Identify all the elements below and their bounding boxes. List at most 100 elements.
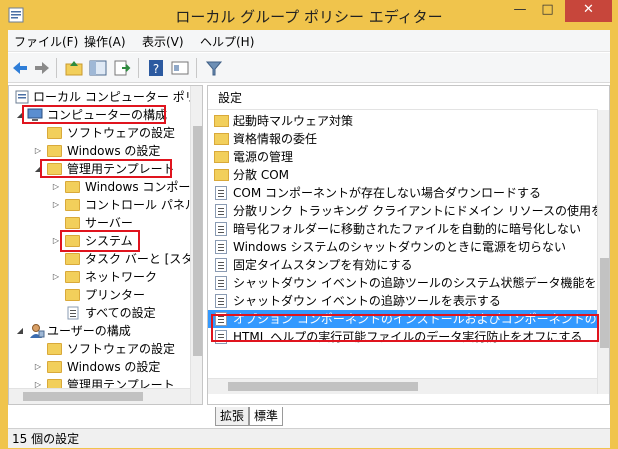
menu-file[interactable]: ファイル(F) [14, 33, 78, 50]
tree-item-label: すべての設定 [85, 306, 156, 320]
collapsed-arrow-icon[interactable]: ▷ [51, 196, 61, 214]
scroll-thumb[interactable] [193, 126, 202, 356]
list-item-label: シャットダウン イベントの追跡ツールを表示する [233, 294, 501, 308]
collapsed-arrow-icon[interactable]: ▷ [33, 358, 43, 376]
menu-view[interactable]: 表示(V) [142, 33, 184, 50]
folder-icon [47, 127, 62, 139]
properties-icon[interactable] [170, 58, 190, 78]
filter-icon[interactable] [204, 58, 224, 78]
view-tabs: 拡張 標準 [207, 407, 610, 427]
maximize-button[interactable]: □ [534, 0, 561, 22]
folder-icon [47, 361, 62, 373]
list-item-label: 分散リンク トラッキング クライアントにドメイン リソースの使用を許可する [233, 204, 598, 218]
tree-item-label: タスク バーと [スター [85, 252, 203, 266]
svg-text:?: ? [153, 62, 159, 76]
list-item-label: 暗号化フォルダーに移動されたファイルを自動的に暗号化しない [233, 222, 582, 236]
close-button[interactable]: ✕ [565, 0, 612, 22]
list-item[interactable]: 資格情報の委任 [208, 130, 598, 148]
forward-icon[interactable] [32, 58, 52, 78]
tree-item-label: ユーザーの構成 [47, 324, 131, 338]
scroll-thumb[interactable] [23, 392, 143, 401]
list-item[interactable]: シャットダウン イベントの追跡ツールを表示する [208, 292, 598, 310]
minimize-button[interactable]: — [506, 0, 534, 22]
setting-icon [215, 222, 227, 236]
help-icon[interactable]: ? [146, 58, 166, 78]
list-item[interactable]: 暗号化フォルダーに移動されたファイルを自動的に暗号化しない [208, 220, 598, 238]
client-area: ファイル(F) 操作(A) 表示(V) ヘルプ(H) ? ローカル コンピュータ… [8, 30, 610, 448]
menu-help[interactable]: ヘルプ(H) [200, 33, 254, 50]
toolbar: ? [8, 53, 610, 83]
list-item[interactable]: 電源の管理 [208, 148, 598, 166]
list-item-label: 分散 COM [233, 168, 289, 182]
tree-item-label: Windows コンポー [85, 180, 191, 194]
folder-icon [214, 151, 229, 163]
tree-item-label: プリンター [85, 288, 146, 302]
export-list-icon[interactable] [112, 58, 132, 78]
folder-icon [214, 133, 229, 145]
list-item-label: 固定タイムスタンプを有効にする [233, 258, 413, 272]
column-header-setting[interactable]: 設定 [208, 86, 598, 110]
expanded-arrow-icon[interactable]: ◢ [15, 322, 25, 340]
tab-extended[interactable]: 拡張 [215, 407, 250, 426]
highlight-box [60, 230, 140, 252]
up-folder-icon[interactable] [64, 58, 84, 78]
menu-bar: ファイル(F) 操作(A) 表示(V) ヘルプ(H) [8, 30, 610, 52]
settings-page-icon [67, 306, 79, 320]
folder-icon [214, 169, 229, 181]
list-item[interactable]: COM コンポーネントが存在しない場合ダウンロードする [208, 184, 598, 202]
collapsed-arrow-icon[interactable]: ▷ [51, 268, 61, 286]
list-item[interactable]: シャットダウン イベントの追跡ツールのシステム状態データ機能をアク... [208, 274, 598, 292]
title-bar[interactable]: ローカル グループ ポリシー エディター — □ ✕ [0, 0, 618, 30]
list-item-label: Windows システムのシャットダウンのときに電源を切らない [233, 240, 567, 254]
tree-item-label: Windows の設定 [67, 360, 161, 374]
highlight-box [40, 159, 172, 178]
tree-horizontal-scrollbar[interactable] [9, 388, 190, 404]
folder-icon [65, 253, 80, 265]
folder-icon [47, 343, 62, 355]
tree-item-label: Windows の設定 [67, 144, 161, 158]
tree-vertical-scrollbar[interactable] [190, 86, 202, 404]
tree-item-label: ローカル コンピューター ポリシー [33, 90, 203, 104]
list-item[interactable]: 分散 COM [208, 166, 598, 184]
folder-icon [214, 115, 229, 127]
scroll-thumb[interactable] [600, 258, 609, 348]
highlight-box [211, 314, 599, 342]
user-icon [30, 324, 45, 338]
setting-icon [215, 276, 227, 290]
setting-icon [215, 258, 227, 272]
toolbar-separator [138, 58, 139, 78]
list-item-label: 資格情報の委任 [233, 132, 318, 146]
folder-icon [65, 199, 80, 211]
toolbar-separator [56, 58, 57, 78]
app-window: ローカル グループ ポリシー エディター — □ ✕ ファイル(F) 操作(A)… [0, 0, 618, 448]
tab-standard[interactable]: 標準 [249, 407, 284, 426]
setting-icon [215, 294, 227, 308]
setting-icon [215, 186, 227, 200]
back-icon[interactable] [10, 58, 30, 78]
scroll-thumb[interactable] [228, 382, 418, 391]
tree-item-label: ネットワーク [85, 270, 158, 284]
policy-document-icon [15, 90, 29, 104]
status-bar: 15 個の設定 [8, 428, 610, 448]
list-vertical-scrollbar[interactable] [597, 110, 609, 394]
collapsed-arrow-icon[interactable]: ▷ [33, 142, 43, 160]
menu-action[interactable]: 操作(A) [84, 33, 126, 50]
highlight-box [22, 105, 166, 124]
settings-list-pane[interactable]: 設定 起動時マルウェア対策 資格情報の委任 電源の管理 分散 COM COM コ… [207, 85, 610, 405]
folder-icon [47, 145, 62, 157]
list-item[interactable]: 固定タイムスタンプを有効にする [208, 256, 598, 274]
tree-item-label: ソフトウェアの設定 [67, 126, 176, 140]
list-item[interactable]: Windows システムのシャットダウンのときに電源を切らない [208, 238, 598, 256]
folder-icon [65, 181, 80, 193]
list-horizontal-scrollbar[interactable] [208, 378, 597, 394]
setting-icon [215, 204, 227, 218]
list-item[interactable]: 起動時マルウェア対策 [208, 112, 598, 130]
setting-icon [215, 240, 227, 254]
show-hide-tree-icon[interactable] [88, 58, 108, 78]
list-item-label: COM コンポーネントが存在しない場合ダウンロードする [233, 186, 541, 200]
collapsed-arrow-icon[interactable]: ▷ [51, 178, 61, 196]
folder-icon [65, 289, 80, 301]
list-item-label: 電源の管理 [233, 150, 294, 164]
toolbar-separator [196, 58, 197, 78]
list-item[interactable]: 分散リンク トラッキング クライアントにドメイン リソースの使用を許可する [208, 202, 598, 220]
